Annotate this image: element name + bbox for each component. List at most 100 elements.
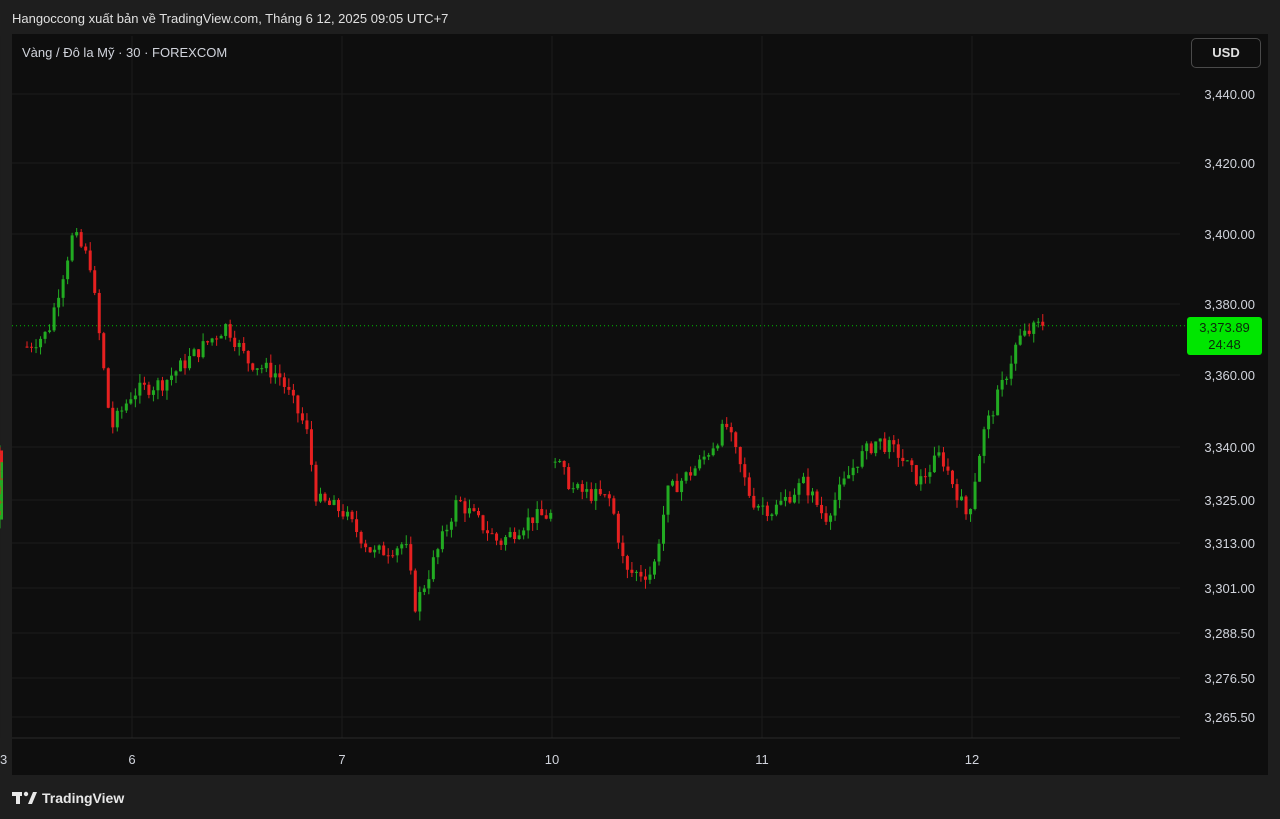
candle-body (680, 480, 684, 493)
price-tick-label: 3,325.00 (1204, 493, 1255, 508)
candle-body (413, 570, 417, 612)
candle-body (675, 480, 679, 493)
price-tick-label: 3,265.50 (1204, 710, 1255, 725)
candle-body (684, 472, 688, 481)
candle-body (79, 232, 83, 247)
candle-body (792, 494, 796, 503)
candle-body (1018, 335, 1022, 345)
candle-body (287, 386, 291, 390)
candle-body (752, 495, 756, 508)
candle-body (341, 511, 345, 517)
candle-body (346, 511, 350, 517)
candle-body (169, 375, 173, 380)
candle-body (639, 571, 643, 577)
candle-body (950, 470, 954, 485)
candle-body (801, 476, 805, 484)
candle-body (323, 493, 327, 501)
candle-body (756, 505, 760, 508)
currency-button[interactable]: USD (1191, 38, 1261, 68)
candle-body (910, 460, 914, 466)
candle-body (39, 338, 43, 348)
price-tick-label: 3,301.00 (1204, 581, 1255, 596)
candle-body (368, 547, 372, 553)
candle-body (382, 545, 386, 556)
candle-body (567, 467, 571, 490)
candle-body (197, 349, 201, 358)
candle-body (1023, 330, 1027, 336)
candle-body (115, 410, 119, 428)
tradingview-brand[interactable]: TradingView (12, 790, 124, 806)
candle-body (612, 498, 616, 514)
candle-body (847, 475, 851, 479)
candle-body (30, 346, 34, 348)
candle-body (309, 429, 313, 465)
candle-body (431, 557, 435, 580)
price-axis[interactable]: 3,440.00 3,420.00 3,400.00 3,380.00 3,360.00… (1204, 87, 1255, 725)
candle-body (66, 260, 70, 280)
price-tick-label: 3,440.00 (1204, 87, 1255, 102)
candle-body (747, 477, 751, 496)
candle-body (973, 481, 977, 509)
candle-body (409, 544, 413, 571)
candle-body (729, 427, 733, 433)
candle-body (318, 493, 322, 502)
candle-body (427, 579, 431, 589)
candle-body (219, 335, 223, 339)
candle-body (856, 466, 860, 468)
candle-body (25, 346, 29, 348)
candle-body (996, 389, 1000, 416)
candle-body (332, 499, 336, 505)
candle-body (228, 324, 232, 338)
candle-body (553, 461, 557, 463)
candle-body (52, 307, 56, 331)
candle-body (188, 356, 192, 369)
candles (0, 227, 1045, 621)
candle-body (914, 465, 918, 485)
candle-body (504, 537, 508, 545)
candle-body (815, 491, 819, 505)
candle-body (386, 555, 390, 557)
candle-body (192, 349, 196, 357)
candle-body (774, 504, 778, 515)
candle-body (102, 333, 106, 369)
candle-body (978, 455, 982, 482)
candle-body (404, 544, 408, 546)
candle-body (1014, 344, 1018, 364)
candle-body (716, 445, 720, 449)
price-tick-label: 3,313.00 (1204, 536, 1255, 551)
candle-body (350, 511, 354, 520)
candle-body (1032, 322, 1036, 334)
candle-body (526, 517, 530, 531)
candle-body (932, 455, 936, 473)
candle-body (589, 489, 593, 501)
candle-body (616, 513, 620, 543)
candle-body (251, 363, 255, 370)
candle-body (1041, 321, 1045, 326)
candle-body (838, 484, 842, 500)
candle-body (887, 440, 891, 453)
candle-body (242, 342, 246, 351)
candle-body (770, 514, 774, 517)
candle-body (982, 429, 986, 456)
candle-body (260, 368, 264, 370)
candle-body (738, 447, 742, 465)
candle-body (621, 542, 625, 557)
candle-body (373, 549, 377, 553)
candle-body (919, 476, 923, 485)
candle-body (558, 461, 562, 463)
candle-body (788, 496, 792, 503)
candle-body (522, 530, 526, 536)
candle-body (264, 362, 268, 369)
candle-body (129, 399, 133, 404)
candle-body (806, 476, 810, 496)
candlestick-chart[interactable]: 3,440.00 3,420.00 3,400.00 3,380.00 3,360.00… (0, 0, 1280, 819)
candle-body (467, 508, 471, 514)
candle-body (851, 467, 855, 476)
time-axis[interactable]: 6 7 10 11 12 13 (0, 752, 979, 767)
candle-body (337, 499, 341, 512)
candle-body (923, 476, 927, 478)
time-tick-label: 11 (755, 752, 769, 767)
candle-body (874, 441, 878, 454)
candle-body (1000, 379, 1004, 390)
price-tick-label: 3,340.00 (1204, 440, 1255, 455)
